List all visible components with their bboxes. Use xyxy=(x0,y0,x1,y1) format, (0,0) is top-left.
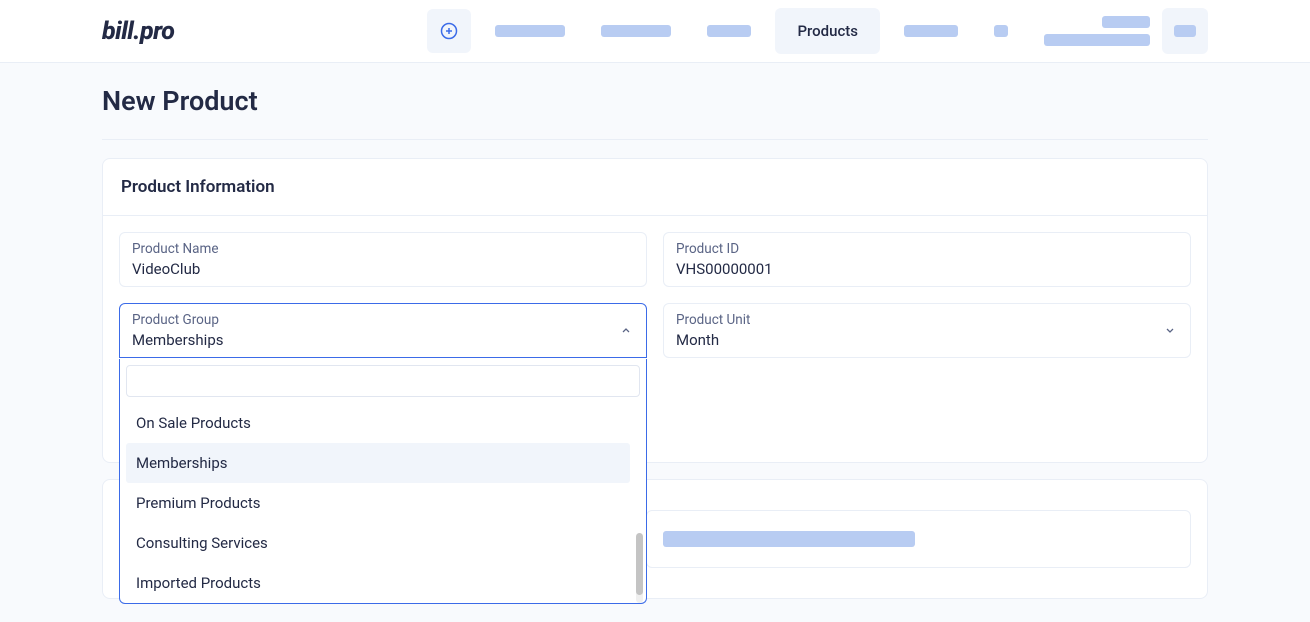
plus-circle-icon xyxy=(440,22,458,40)
nav-placeholder-bar xyxy=(994,25,1008,37)
nav-right-group xyxy=(1044,8,1208,54)
nav-placeholder-bar xyxy=(904,25,958,37)
chevron-up-icon xyxy=(620,321,632,340)
nav-item-placeholder[interactable] xyxy=(589,17,683,45)
nav-item-placeholder[interactable] xyxy=(892,17,970,45)
nav-user-text-stack xyxy=(1044,16,1150,46)
nav-placeholder-bar xyxy=(1102,16,1150,28)
page-title: New Product xyxy=(102,85,1208,117)
dropdown-option[interactable]: Imported Products xyxy=(126,563,630,603)
placeholder-bar xyxy=(663,531,915,547)
field-value: Month xyxy=(676,331,1178,349)
nav-placeholder-bar xyxy=(1174,25,1196,37)
product-group-dropdown: On Sale Products Memberships Premium Pro… xyxy=(119,359,647,604)
product-name-field[interactable]: Product Name VideoClub xyxy=(119,232,647,287)
product-group-select[interactable]: Product Group Memberships On Sale Produc… xyxy=(119,303,647,358)
dropdown-search-input[interactable] xyxy=(126,365,640,397)
dropdown-options-list: On Sale Products Memberships Premium Pro… xyxy=(126,403,640,603)
nav-item-placeholder[interactable] xyxy=(695,17,763,45)
user-avatar[interactable] xyxy=(1162,8,1208,54)
nav-placeholder-bar xyxy=(1044,34,1150,46)
nav-placeholder-bar xyxy=(601,25,671,37)
product-unit-select[interactable]: Product Unit Month xyxy=(663,303,1191,358)
product-id-field[interactable]: Product ID VHS00000001 xyxy=(663,232,1191,287)
secondary-field[interactable] xyxy=(646,510,1191,568)
dropdown-option[interactable]: On Sale Products xyxy=(126,403,630,443)
field-label: Product ID xyxy=(676,241,1178,257)
nav-placeholder-bar xyxy=(495,25,565,37)
field-label: Product Name xyxy=(132,241,634,257)
scrollbar-thumb[interactable] xyxy=(636,533,643,595)
field-value: VideoClub xyxy=(132,260,634,278)
app-header: bill.pro Products xyxy=(0,0,1310,63)
field-label: Product Unit xyxy=(676,312,1178,328)
dropdown-option[interactable]: Memberships xyxy=(126,443,630,483)
brand-logo: bill.pro xyxy=(102,17,174,46)
card-header: Product Information xyxy=(103,159,1207,216)
nav-item-placeholder[interactable] xyxy=(483,17,577,45)
dropdown-option[interactable]: Premium Products xyxy=(126,483,630,523)
field-value: Memberships xyxy=(132,331,634,349)
nav-item-products[interactable]: Products xyxy=(775,8,880,54)
form-row: Product Name VideoClub Product ID VHS000… xyxy=(119,232,1191,287)
nav-item-placeholder[interactable] xyxy=(982,17,1020,45)
main-nav: Products xyxy=(427,8,1208,54)
add-new-button[interactable] xyxy=(427,9,471,53)
chevron-down-icon xyxy=(1164,321,1176,340)
dropdown-option[interactable]: Consulting Services xyxy=(126,523,630,563)
card-body: Product Name VideoClub Product ID VHS000… xyxy=(103,216,1207,462)
page-container: New Product Product Information Product … xyxy=(0,63,1310,599)
field-value: VHS00000001 xyxy=(676,260,1178,278)
product-information-card: Product Information Product Name VideoCl… xyxy=(102,158,1208,463)
divider xyxy=(102,139,1208,140)
field-label: Product Group xyxy=(132,312,634,328)
form-row: Product Group Memberships On Sale Produc… xyxy=(119,303,1191,358)
nav-placeholder-bar xyxy=(707,25,751,37)
